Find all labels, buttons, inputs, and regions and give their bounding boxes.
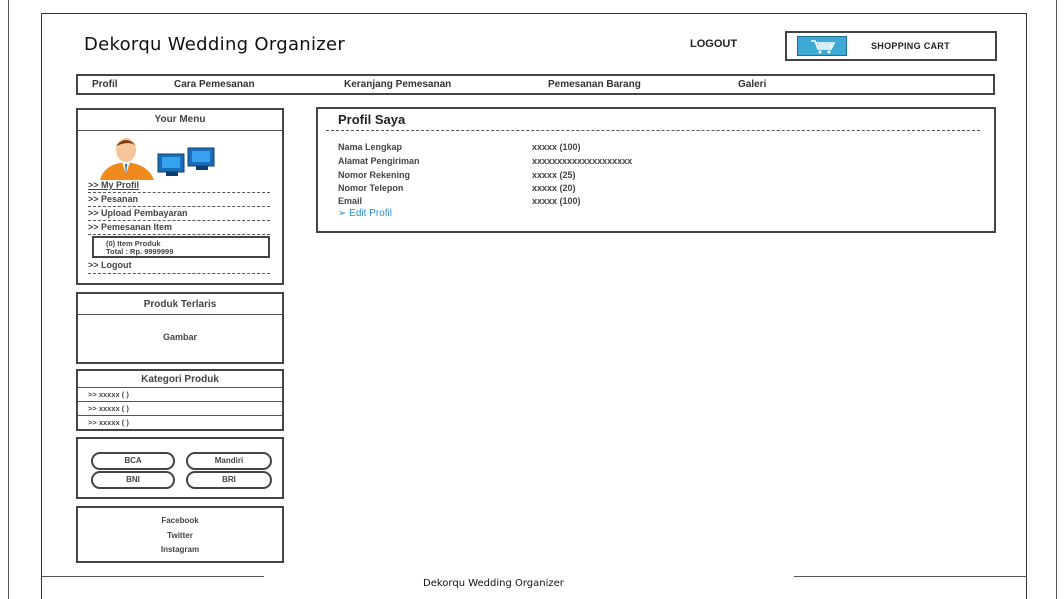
kategori-item[interactable]: >> xxxxx ( )	[88, 418, 129, 427]
field-label-telepon: Nomor Telepon	[338, 183, 404, 193]
menu-link-upload-pembayaran[interactable]: >> Upload Pembayaran	[88, 208, 188, 218]
footer-text: Dekorqu Wedding Organizer	[423, 578, 564, 589]
cart-summary-box[interactable]: (0) Item Produk Total : Rp. 9999999	[92, 236, 270, 258]
profil-saya-panel	[316, 107, 996, 233]
divider	[78, 387, 282, 388]
bank-mandiri-button[interactable]: Mandiri	[186, 452, 272, 470]
menu-link-pemesanan-item[interactable]: >> Pemesanan Item	[88, 222, 172, 232]
bank-bni-button[interactable]: BNI	[91, 471, 175, 489]
field-label-email: Email	[338, 196, 363, 206]
divider	[88, 234, 270, 235]
right-border-line	[1056, 0, 1057, 599]
edit-profil-link[interactable]: ➢ Edit Profil	[338, 208, 392, 219]
menu-link-logout[interactable]: >> Logout	[88, 260, 132, 270]
divider	[78, 401, 282, 402]
divider	[78, 314, 282, 315]
shopping-cart-button[interactable]: SHOPPING CART	[785, 31, 997, 61]
shopping-cart-label: SHOPPING CART	[871, 41, 950, 51]
nav-galeri[interactable]: Galeri	[738, 79, 766, 90]
menu-link-my-profil[interactable]: >> My Profil	[88, 180, 139, 190]
field-value-telepon: xxxxx (20)	[532, 183, 576, 193]
nav-keranjang-pemesanan[interactable]: Keranjang Pemesanan	[344, 79, 451, 90]
divider	[78, 415, 282, 416]
menu-link-label: >> My Profil	[88, 180, 140, 190]
bank-bri-button[interactable]: BRI	[186, 471, 272, 489]
nav-pemesanan-barang[interactable]: Pemesanan Barang	[548, 79, 641, 90]
footer-line-left	[41, 576, 264, 577]
kategori-item[interactable]: >> xxxxx ( )	[88, 390, 129, 399]
field-value-rekening: xxxxx (25)	[532, 170, 576, 180]
field-label-nama: Nama Lengkap	[338, 142, 403, 152]
divider	[326, 130, 980, 131]
cart-total: Total : Rp. 9999999	[106, 247, 174, 256]
field-value-email: xxxxx (100)	[532, 196, 581, 206]
divider	[88, 220, 270, 221]
divider	[88, 206, 270, 207]
field-label-rekening: Nomor Rekening	[338, 170, 411, 180]
profil-saya-title: Profil Saya	[338, 112, 406, 127]
kategori-item[interactable]: >> xxxxx ( )	[88, 404, 129, 413]
social-facebook-link[interactable]: Facebook	[76, 516, 284, 525]
logout-button[interactable]: LOGOUT	[690, 38, 737, 50]
kategori-produk-title: Kategori Produk	[141, 374, 219, 385]
main-navbar: Profil Cara Pemesanan Keranjang Pemesana…	[76, 74, 995, 95]
your-menu-panel: Your Menu >> My Profil >> Pesanan >> Upl…	[76, 108, 284, 285]
nav-cara-pemesanan[interactable]: Cara Pemesanan	[174, 79, 255, 90]
nav-profil[interactable]: Profil	[92, 79, 118, 90]
kategori-produk-panel: Kategori Produk >> xxxxx ( ) >> xxxxx ( …	[76, 369, 284, 431]
divider	[88, 273, 270, 274]
produk-terlaris-title: Produk Terlaris	[143, 299, 217, 310]
field-label-alamat: Alamat Pengiriman	[338, 156, 420, 166]
site-title: Dekorqu Wedding Organizer	[84, 34, 346, 55]
produk-image-placeholder[interactable]: Gambar	[78, 332, 282, 342]
bank-bca-button[interactable]: BCA	[91, 452, 175, 470]
shopping-cart-icon	[797, 36, 847, 56]
menu-link-pesanan[interactable]: >> Pesanan	[88, 194, 138, 204]
produk-terlaris-panel: Produk Terlaris Gambar	[76, 292, 284, 364]
field-value-nama: xxxxx (100)	[532, 142, 581, 152]
footer-line-right	[794, 576, 1027, 577]
social-instagram-link[interactable]: Instagram	[76, 545, 284, 554]
user-computer-icon	[96, 134, 236, 180]
divider	[78, 130, 282, 131]
divider	[88, 192, 270, 193]
field-value-alamat: xxxxxxxxxxxxxxxxxxxx	[532, 156, 633, 166]
left-border-line	[8, 0, 9, 599]
social-twitter-link[interactable]: Twitter	[76, 531, 284, 540]
your-menu-title: Your Menu	[154, 114, 206, 125]
